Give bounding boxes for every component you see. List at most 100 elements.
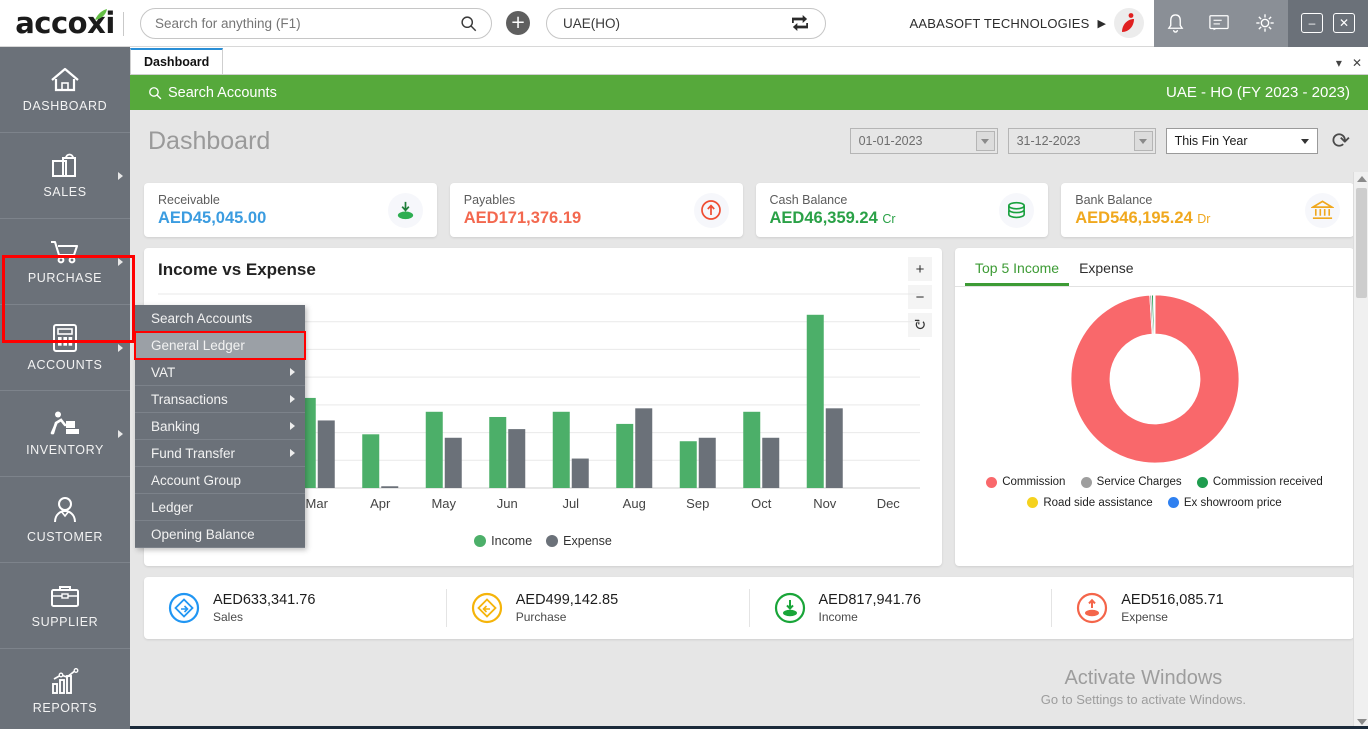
company-caret-icon[interactable]: ▶ [1098,17,1106,30]
chevron-right-icon [290,395,295,403]
legend-item-commission: Commission [986,473,1065,491]
legend-swatch [474,535,486,547]
bar-expense-sep[interactable] [699,438,716,488]
bar-expense-apr[interactable] [381,486,398,488]
search-accounts-label: Search Accounts [168,85,277,101]
stat-label: Income [819,610,921,624]
stat-sales[interactable]: AED633,341.76 Sales [144,589,447,627]
bar-expense-mar[interactable] [318,420,335,488]
sidebar-item-sales[interactable]: SALES [0,133,130,219]
tab-expense[interactable]: Expense [1069,256,1143,286]
refresh-icon[interactable]: ⟳ [1332,128,1350,154]
scroll-up-arrow-icon[interactable] [1357,176,1367,182]
payable-icon [700,199,722,221]
menu-item-transactions[interactable]: Transactions [135,386,305,413]
bar-expense-oct[interactable] [762,438,779,488]
minimize-button[interactable]: – [1301,13,1323,33]
sidebar-item-customer[interactable]: CUSTOMER [0,477,130,563]
bar-expense-jun[interactable] [508,429,525,488]
sidebar-item-dashboard[interactable]: DASHBOARD [0,47,130,133]
stat-label: Purchase [516,610,618,624]
tab-dropdown-icon[interactable]: ▾ [1336,56,1342,70]
page-toolbar: Dashboard 01-01-2023 31-12-2023 This Fin… [130,110,1368,172]
avatar[interactable] [1114,8,1144,38]
sidebar-item-purchase[interactable]: PURCHASE [0,219,130,305]
company-menu[interactable]: AABASOFT TECHNOLOGIES ▶ [910,8,1154,38]
stat-value: AED516,085.71 [1121,592,1223,608]
menu-item-banking[interactable]: Banking [135,413,305,440]
x-tick-label: Apr [370,496,391,511]
menu-item-search-accounts[interactable]: Search Accounts [135,305,305,332]
date-from-value: 01-01-2023 [859,134,923,148]
bar-expense-aug[interactable] [635,408,652,488]
date-to-spinner[interactable] [1134,131,1153,151]
menu-item-fund-transfer[interactable]: Fund Transfer [135,440,305,467]
context-label: UAE - HO (FY 2023 - 2023) [1166,84,1350,101]
kpi-card-payables[interactable]: Payables AED171,376.19 [450,183,743,237]
bar-expense-may[interactable] [445,438,462,488]
gear-icon[interactable] [1254,12,1276,34]
bar-income-nov[interactable] [807,315,824,488]
tab-top-5-income[interactable]: Top 5 Income [965,256,1069,286]
bar-income-apr[interactable] [362,434,379,488]
date-from-field[interactable]: 01-01-2023 [850,128,998,154]
kpi-card-receivable[interactable]: Receivable AED45,045.00 [144,183,437,237]
date-to-value: 31-12-2023 [1017,134,1081,148]
legend-item-service-charges: Service Charges [1081,473,1182,491]
content-scrollbar[interactable] [1353,172,1368,729]
donut-slice-ex-showroom-price[interactable] [1154,295,1155,334]
message-icon[interactable] [1208,13,1230,33]
bank-icon [1311,199,1334,221]
bar-income-jun[interactable] [489,417,506,488]
sidebar-item-label: DASHBOARD [23,99,108,113]
sidebar-item-supplier[interactable]: SUPPLIER [0,563,130,649]
switch-branch-icon[interactable] [791,15,809,31]
scrollbar-thumb[interactable] [1356,188,1367,298]
menu-item-opening-balance[interactable]: Opening Balance [135,521,305,548]
date-from-spinner[interactable] [976,131,995,151]
chart-zoom-in-button[interactable]: + [908,257,932,281]
x-tick-label: Dec [877,496,901,511]
menu-item-account-group[interactable]: Account Group [135,467,305,494]
kpi-card-bank-balance[interactable]: Bank Balance AED546,195.24 Dr [1061,183,1354,237]
global-search[interactable] [140,8,492,39]
tab-close-icon[interactable]: ✕ [1352,56,1362,70]
add-new-button[interactable]: + [506,11,530,35]
kpi-card-cash-balance[interactable]: Cash Balance AED46,359.24 Cr [756,183,1049,237]
legend-swatch [986,477,997,488]
menu-item-vat[interactable]: VAT [135,359,305,386]
sales-icon [168,592,200,624]
menu-item-label: Opening Balance [151,527,255,542]
green-header-bar: Search Accounts UAE - HO (FY 2023 - 2023… [130,75,1368,110]
bar-income-aug[interactable] [616,424,633,488]
date-to-field[interactable]: 31-12-2023 [1008,128,1156,154]
stat-expense[interactable]: AED516,085.71 Expense [1052,589,1354,627]
menu-item-label: Ledger [151,500,193,515]
bar-expense-nov[interactable] [826,408,843,488]
menu-item-ledger[interactable]: Ledger [135,494,305,521]
sidebar-item-reports[interactable]: REPORTS [0,649,130,729]
bar-income-sep[interactable] [680,441,697,488]
warehouse-worker-icon [47,410,83,438]
search-accounts-link[interactable]: Search Accounts [148,85,277,101]
calculator-icon [51,323,79,353]
scroll-down-arrow-icon[interactable] [1357,719,1367,725]
bar-income-oct[interactable] [743,412,760,488]
stat-income[interactable]: AED817,941.76 Income [750,589,1053,627]
close-button[interactable]: ✕ [1333,13,1355,33]
period-select[interactable]: This Fin Year [1166,128,1318,154]
bell-icon[interactable] [1166,13,1185,34]
sidebar-item-inventory[interactable]: INVENTORY [0,391,130,477]
sidebar-item-accounts[interactable]: ACCOUNTS [0,305,130,391]
legend-item-commission-received: Commission received [1197,473,1323,491]
expense-icon [1076,592,1108,624]
bar-income-jul[interactable] [553,412,570,488]
bar-income-may[interactable] [426,412,443,488]
branch-selector[interactable]: UAE(HO) [546,8,826,39]
bar-expense-jul[interactable] [572,459,589,488]
stat-purchase[interactable]: AED499,142.85 Purchase [447,589,750,627]
menu-item-general-ledger[interactable]: General Ledger [135,332,305,359]
tab-dashboard[interactable]: Dashboard [130,48,223,74]
kpi-label: Receivable [158,193,266,207]
search-input[interactable] [155,16,460,31]
